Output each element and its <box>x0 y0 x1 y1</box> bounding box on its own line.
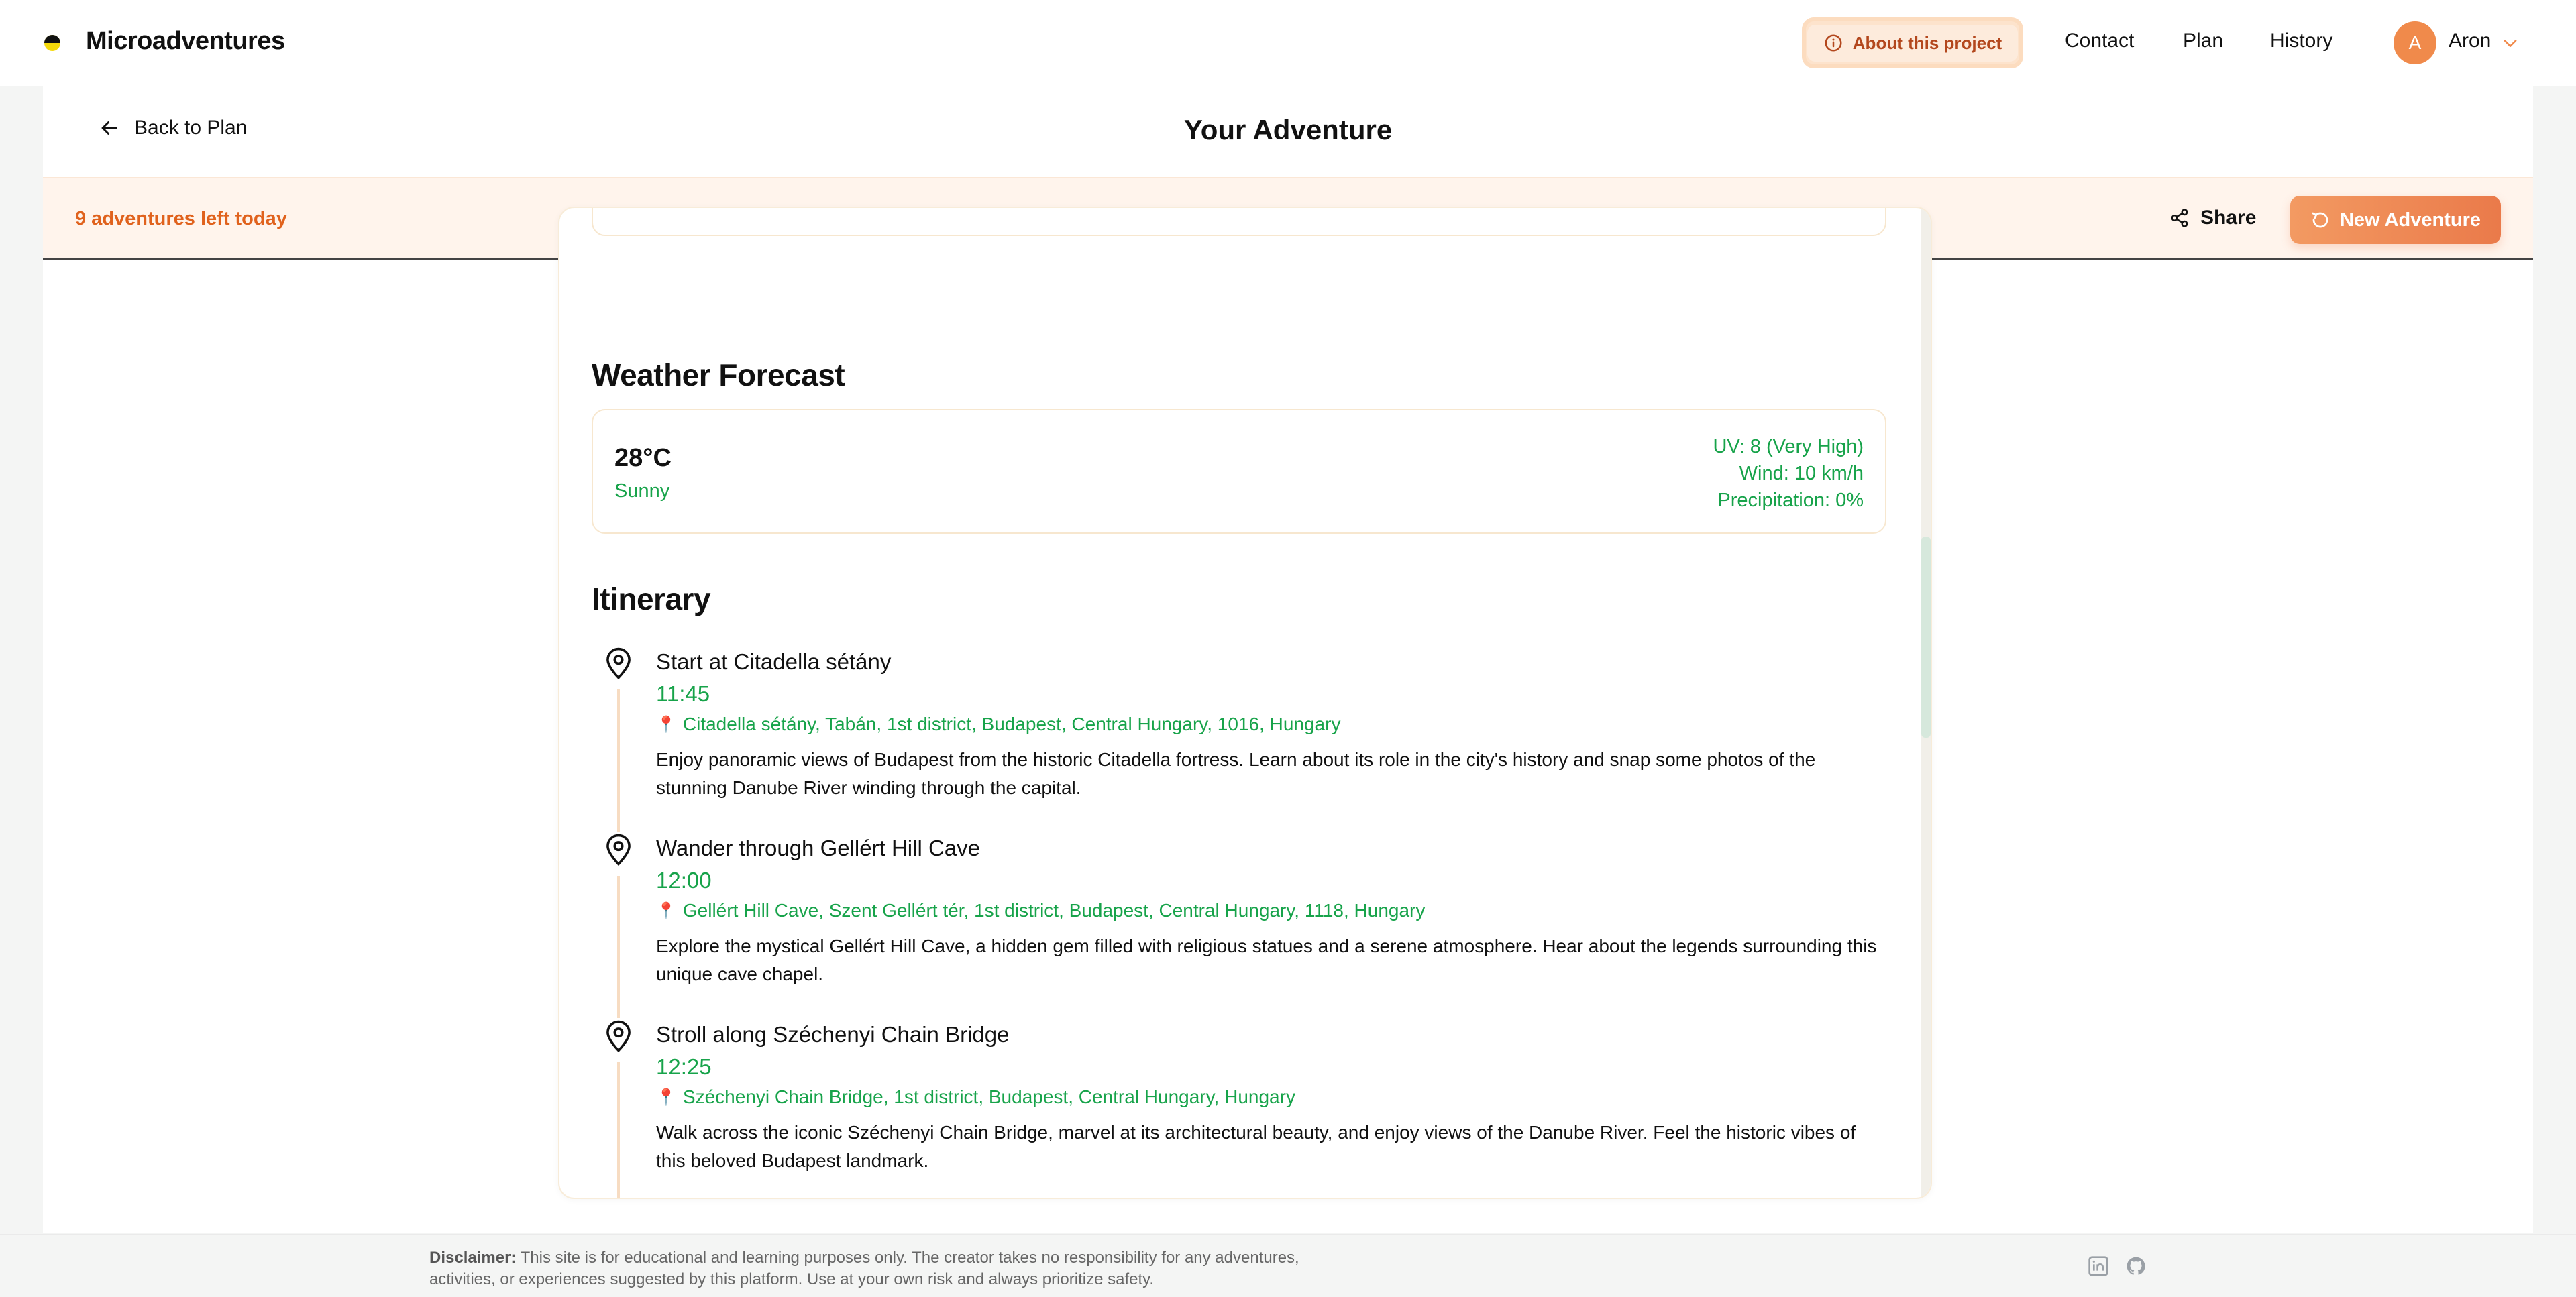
brand-name[interactable]: Microadventures <box>86 27 285 56</box>
share-label: Share <box>2200 207 2257 229</box>
temperature: 28°C <box>614 444 672 472</box>
stop-title: Stroll along Széchenyi Chain Bridge <box>656 1022 1010 1047</box>
timeline-line <box>617 876 620 1018</box>
timeline-line <box>617 1062 620 1198</box>
linkedin-icon[interactable] <box>2088 1255 2109 1277</box>
red-pin-icon: 📍 <box>656 901 676 920</box>
previous-section-box <box>592 208 1886 236</box>
map-pin-icon <box>606 647 631 679</box>
map-pin-icon <box>606 834 631 866</box>
nav-plan[interactable]: Plan <box>2183 30 2223 52</box>
half-moon-logo[interactable] <box>43 34 62 52</box>
timeline-line <box>617 689 620 832</box>
footer: Disclaimer: This site is for educational… <box>0 1234 2576 1297</box>
nav-contact[interactable]: Contact <box>2065 30 2134 52</box>
stop-description: Explore the mystical Gellért Hill Cave, … <box>656 936 1877 984</box>
back-to-plan-link[interactable]: Back to Plan <box>98 117 247 139</box>
stop-address-text: Gellért Hill Cave, Szent Gellért tér, 1s… <box>682 900 1426 921</box>
card-scrollbar[interactable] <box>1921 208 1931 1198</box>
stop-title: Start at Citadella sétány <box>656 649 892 674</box>
avatar[interactable]: A <box>2394 21 2436 64</box>
uv-index: UV: 8 (Very High) <box>1713 436 1864 457</box>
share-icon <box>2171 209 2188 227</box>
stop-address[interactable]: 📍 Széchenyi Chain Bridge, 1st district, … <box>656 1086 1295 1108</box>
stop-description: Enjoy panoramic views of Budapest from t… <box>656 749 1816 798</box>
stop-address-text: Széchenyi Chain Bridge, 1st district, Bu… <box>682 1086 1295 1107</box>
red-pin-icon: 📍 <box>656 715 676 734</box>
share-button[interactable]: Share <box>2169 207 2256 229</box>
weather-forecast-box: 28°C Sunny UV: 8 (Very High) Wind: 10 km… <box>592 409 1886 534</box>
precipitation: Precipitation: 0% <box>1717 490 1864 511</box>
about-project-label: About this project <box>1852 32 2002 53</box>
arrow-left-icon <box>101 121 117 135</box>
weather-condition: Sunny <box>614 480 670 502</box>
scrollbar-thumb[interactable] <box>1921 537 1931 738</box>
weather-details: UV: 8 (Very High) Wind: 10 km/h Precipit… <box>1713 433 1864 514</box>
weather-section-title: Weather Forecast <box>592 357 845 392</box>
about-project-button[interactable]: About this project <box>1802 17 2023 68</box>
github-icon[interactable] <box>2125 1255 2147 1277</box>
stop-title: Wander through Gellért Hill Cave <box>656 836 980 860</box>
disclaimer-label: Disclaimer: <box>429 1249 517 1267</box>
itinerary-stop: Wander through Gellért Hill Cave 12:00 📍… <box>592 832 1886 1018</box>
back-to-plan-label: Back to Plan <box>134 117 248 139</box>
page-title: Your Adventure <box>1183 114 1393 146</box>
stop-time: 12:25 <box>656 1054 712 1079</box>
wind-speed: Wind: 10 km/h <box>1739 463 1864 484</box>
itinerary-stop: Start at Citadella sétány 11:45 📍 Citade… <box>592 645 1886 832</box>
top-nav: Microadventures About this project Conta… <box>0 0 2576 86</box>
stop-address[interactable]: 📍 Citadella sétány, Tabán, 1st district,… <box>656 714 1340 735</box>
page-header: Your Adventure Back to Plan <box>43 86 2533 177</box>
new-adventure-label: New Adventure <box>2339 209 2481 231</box>
nav-history[interactable]: History <box>2270 30 2332 52</box>
disclaimer-text: This site is for educational and learnin… <box>429 1249 1299 1288</box>
stop-description: Walk across the iconic Széchenyi Chain B… <box>656 1122 1856 1171</box>
info-icon <box>1825 34 1842 52</box>
adventure-card: Weather Forecast 28°C Sunny UV: 8 (Very … <box>558 207 1932 1199</box>
stop-time: 12:00 <box>656 868 712 893</box>
disclaimer: Disclaimer: This site is for educational… <box>429 1247 1355 1290</box>
red-pin-icon: 📍 <box>656 1088 676 1107</box>
stop-time: 11:45 <box>656 681 710 706</box>
chevron-down-icon[interactable] <box>2501 34 2520 52</box>
new-adventure-button[interactable]: New Adventure <box>2290 196 2501 244</box>
user-name[interactable]: Aron <box>2449 30 2491 52</box>
stop-address-text: Citadella sétány, Tabán, 1st district, B… <box>682 714 1341 734</box>
refresh-icon <box>2312 212 2328 228</box>
itinerary-stop: Stroll along Széchenyi Chain Bridge 12:2… <box>592 1018 1886 1198</box>
stop-address[interactable]: 📍 Gellért Hill Cave, Szent Gellért tér, … <box>656 900 1425 921</box>
adventures-left-text: 9 adventures left today <box>75 208 287 229</box>
itinerary-section-title: Itinerary <box>592 581 711 616</box>
map-pin-icon <box>606 1020 631 1052</box>
